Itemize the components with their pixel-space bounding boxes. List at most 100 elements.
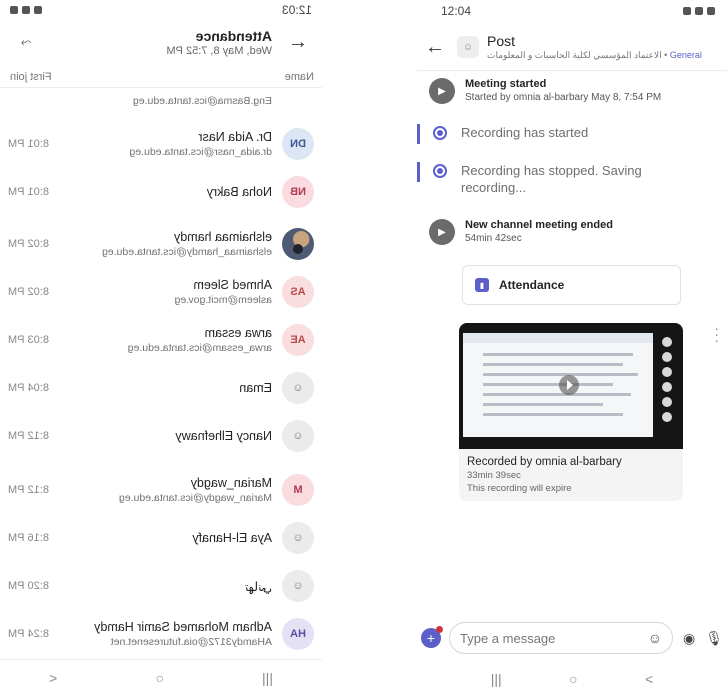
attendee-row[interactable]: ☺ Nancy Elhefnawy 8:12 PM <box>0 412 322 460</box>
recording-started-event: Recording has started <box>417 124 719 144</box>
attendance-header: ← Attendance Wed, May 8, 7:52 PM ⤳ <box>0 20 322 64</box>
recents-button[interactable]: ||| <box>262 670 273 686</box>
channel-header: ← ☺ Post الاعتماد المؤسسي لكلية الحاسبات… <box>417 24 727 70</box>
play-icon[interactable] <box>559 375 579 395</box>
wifi-icon <box>10 6 18 14</box>
attendee-name: Ahmed Sleem <box>193 278 272 292</box>
join-time: 8:02 PM <box>8 238 49 250</box>
channel-name: General <box>669 50 702 60</box>
attendee-row[interactable]: ☺ Aya El-Hanafy 8:16 PM <box>0 514 322 562</box>
join-time: 8:24 PM <box>8 628 49 640</box>
emoji-icon[interactable]: ☺ <box>648 630 662 646</box>
channel-title-block[interactable]: Post الاعتماد المؤسسي لكلية الحاسبات و ا… <box>487 33 702 61</box>
avatar: AS <box>282 276 314 308</box>
person-icon: ☺ <box>282 372 314 404</box>
back-button[interactable]: < <box>645 671 653 687</box>
attendee-name: elshaimaa hamdy <box>174 230 272 244</box>
shared-screen-preview <box>463 333 653 437</box>
event-title: Meeting started <box>465 78 547 90</box>
status-icons <box>10 6 42 14</box>
event-text: Recording has started <box>461 125 589 140</box>
avatar: HA <box>282 618 314 650</box>
meeting-started-event: ▶ Meeting started Started by omnia al-ba… <box>429 78 719 104</box>
notification-dot <box>436 626 443 633</box>
attendee-email: arwa_essam@ics.tanta.edu.eg <box>127 342 272 354</box>
meeting-ended-event: ▶ New channel meeting ended 54min 42sec <box>429 219 719 245</box>
android-nav-bar: ||| ○ < <box>417 663 727 695</box>
attendee-row-partial[interactable]: Eng.Basma@ics.tanta.edu.eg <box>0 88 322 112</box>
attendee-name: Eman <box>239 381 272 395</box>
share-icon[interactable]: ⤳ <box>14 34 38 50</box>
attendee-name: Marian_wagdy <box>190 476 272 490</box>
back-arrow-icon[interactable]: ← <box>278 31 308 54</box>
attendee-row[interactable]: ☺ Eman 8:04 PM <box>0 364 322 412</box>
status-bar: 12:04 <box>417 0 727 22</box>
attendee-email: dr.aida_nasr@ics.tanta.edu.eg <box>129 146 272 158</box>
wifi-icon <box>683 7 691 15</box>
event-text: Recording has stopped. Saving recording.… <box>461 163 642 195</box>
attendee-name: Adham Mohamed Samir Hamdy <box>94 620 272 634</box>
attendee-row[interactable]: elshaimaa hamdy elshaimaa_hamdy@ics.tant… <box>0 220 322 268</box>
message-input-box[interactable]: ☺ <box>449 622 673 654</box>
battery-icon <box>707 7 715 15</box>
signal-icon <box>695 7 703 15</box>
attendee-row[interactable]: HA Adham Mohamed Samir Hamdy AHamdy3172@… <box>0 610 322 658</box>
event-subtitle: 54min 42sec <box>465 233 522 244</box>
recording-expiry-note: This recording will expire <box>467 483 572 494</box>
record-icon <box>433 164 447 178</box>
more-options-icon[interactable]: · · · <box>714 321 719 347</box>
recording-duration: 33min 39sec <box>467 470 521 481</box>
recording-card[interactable]: Recorded by omnia al-barbary 33min 39sec… <box>459 323 683 501</box>
attendance-mirrored-view: 12:03 ← Attendance Wed, May 8, 7:52 PM ⤳… <box>0 0 322 695</box>
attendance-chart-icon: ▮ <box>475 278 489 292</box>
page-title: Attendance <box>195 27 272 44</box>
battery-icon <box>34 6 42 14</box>
unread-indicator <box>417 124 420 144</box>
header-divider <box>417 70 727 71</box>
attendance-card[interactable]: ▮ Attendance <box>462 265 681 305</box>
participants-strip <box>657 337 677 427</box>
attendance-screen: 12:03 ← Attendance Wed, May 8, 7:52 PM ⤳… <box>0 0 322 695</box>
message-composer: + ☺ ◉ 🎙 <box>421 620 723 656</box>
join-time: 8:20 PM <box>8 580 49 592</box>
recording-info: Recorded by omnia al-barbary 33min 39sec… <box>459 449 683 501</box>
attendee-email: Eng.Basma@ics.tanta.edu.eg <box>132 95 272 107</box>
microphone-icon[interactable]: 🎙 <box>705 630 723 647</box>
join-time: 8:16 PM <box>8 532 49 544</box>
recording-title: Recorded by omnia al-barbary <box>467 456 622 468</box>
avatar: DN <box>282 128 314 160</box>
person-icon: ☺ <box>282 420 314 452</box>
recording-thumbnail[interactable] <box>459 323 683 449</box>
attendance-label: Attendance <box>499 278 565 292</box>
attendee-name: Noha Bakry <box>206 185 272 199</box>
attendee-row[interactable]: ☺ تهاني 8:20 PM <box>0 562 322 610</box>
status-time: 12:03 <box>281 3 312 17</box>
attendee-row[interactable]: M Marian_wagdy Marian_wagdy@ics.tanta.ed… <box>0 466 322 514</box>
back-button[interactable]: < <box>49 670 57 686</box>
attendee-email: Marian_wagdy@ics.tanta.edu.eg <box>118 492 272 504</box>
add-attachment-button[interactable]: + <box>421 626 443 648</box>
status-bar: 12:03 <box>0 0 322 20</box>
join-time: 8:02 PM <box>8 286 49 298</box>
attendee-email: elshaimaa_hamdy@ics.tanta.edu.eg <box>101 246 272 258</box>
meeting-date: Wed, May 8, 7:52 PM <box>166 44 272 57</box>
attendee-row[interactable]: DN Dr. Aida Nasr dr.aida_nasr@ics.tanta.… <box>0 120 322 168</box>
home-button[interactable]: ○ <box>155 670 163 686</box>
join-time: 8:12 PM <box>8 484 49 496</box>
avatar: AE <box>282 324 314 356</box>
message-input[interactable] <box>460 630 630 646</box>
join-time: 8:03 PM <box>8 334 49 346</box>
attendee-row[interactable]: AS Ahmed Sleem asleem@mcit.gov.eg 8:02 P… <box>0 268 322 316</box>
avatar-photo <box>282 228 314 260</box>
join-time: 8:01 PM <box>8 138 49 150</box>
back-arrow-icon[interactable]: ← <box>425 36 453 59</box>
camera-icon[interactable]: ◉ <box>683 630 695 647</box>
attendee-name: تهاني <box>245 579 272 594</box>
person-icon: ☺ <box>282 570 314 602</box>
attendee-row[interactable]: NB Noha Bakry 8:01 PM <box>0 168 322 216</box>
recents-button[interactable]: ||| <box>491 671 502 687</box>
attendee-row[interactable]: AE arwa essam arwa_essam@ics.tanta.edu.e… <box>0 316 322 364</box>
channel-post-screen: 12:04 ← ☺ Post الاعتماد المؤسسي لكلية ال… <box>417 0 727 695</box>
attendee-name: Dr. Aida Nasr <box>198 130 272 144</box>
home-button[interactable]: ○ <box>569 671 577 687</box>
